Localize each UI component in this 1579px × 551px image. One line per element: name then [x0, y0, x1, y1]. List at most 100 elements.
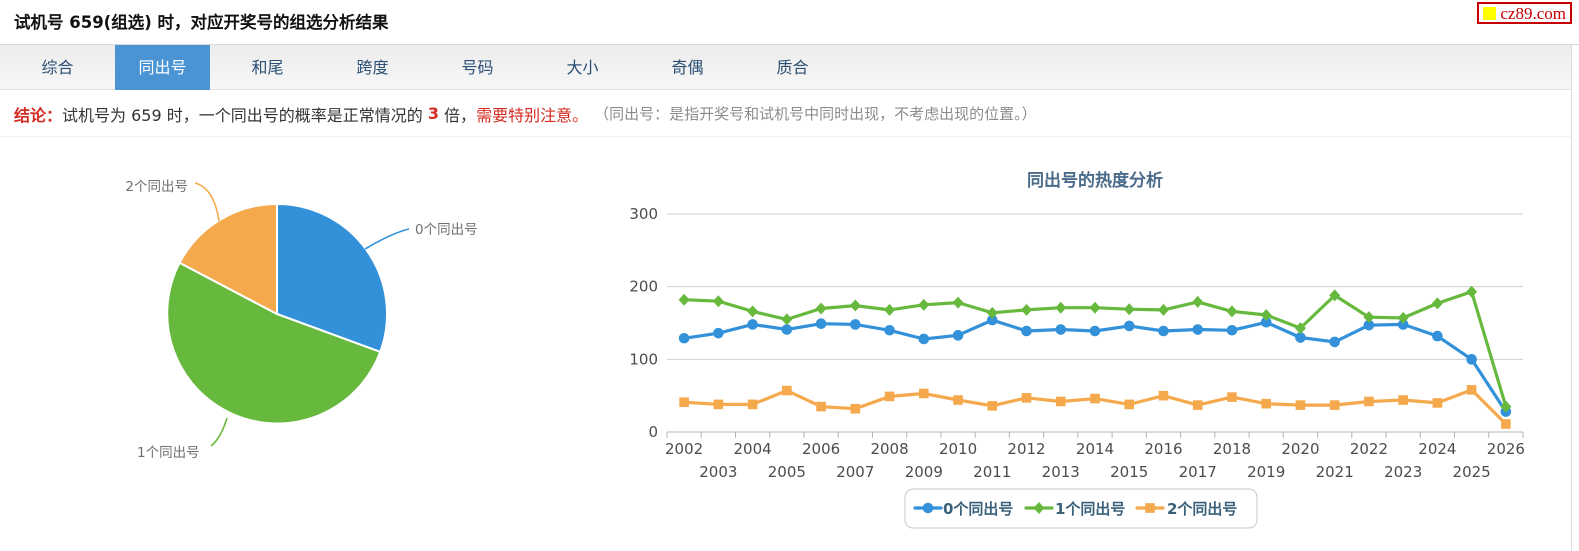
data-point-0个同出号-2010[interactable] — [952, 330, 964, 341]
data-point-0个同出号-2021[interactable] — [1329, 336, 1340, 348]
site-logo[interactable]: cz89.com — [1477, 2, 1572, 24]
data-point-0个同出号-2024[interactable] — [1432, 330, 1443, 342]
data-point-1个同出号-2006[interactable] — [815, 302, 827, 315]
data-point-2个同出号-2011[interactable] — [987, 401, 998, 411]
x-axis-label-2020: 2020 — [1281, 440, 1319, 458]
data-point-2个同出号-2005[interactable] — [782, 385, 792, 396]
data-point-2个同出号-2014[interactable] — [1090, 393, 1100, 404]
x-axis-label-2016: 2016 — [1144, 440, 1182, 458]
data-point-0个同出号-2013[interactable] — [1055, 324, 1067, 335]
data-point-0个同出号-2007[interactable] — [850, 319, 861, 330]
conclusion-multiplier: 3 — [427, 104, 439, 123]
data-point-1个同出号-2018[interactable] — [1226, 305, 1238, 318]
data-point-2个同出号-2007[interactable] — [850, 403, 861, 414]
conclusion-prefix: 结论： — [14, 105, 63, 125]
data-point-1个同出号-2008[interactable] — [884, 303, 896, 316]
data-point-2个同出号-2003[interactable] — [713, 399, 724, 410]
data-point-1个同出号-2004[interactable] — [747, 305, 759, 318]
data-point-1个同出号-2017[interactable] — [1192, 295, 1204, 308]
data-point-0个同出号-2009[interactable] — [918, 333, 930, 345]
data-point-1个同出号-2025[interactable] — [1466, 285, 1478, 298]
x-axis-label-2006: 2006 — [802, 440, 840, 458]
data-point-2个同出号-2020[interactable] — [1295, 400, 1306, 410]
tab-haoma[interactable]: 号码 — [430, 45, 525, 90]
x-axis-label-2010: 2010 — [939, 440, 977, 458]
legend-circle-icon — [922, 502, 934, 514]
x-axis-label-2025: 2025 — [1453, 463, 1491, 481]
data-point-2个同出号-2024[interactable] — [1432, 398, 1443, 408]
logo-square-icon — [1483, 6, 1497, 20]
data-point-0个同出号-2025[interactable] — [1466, 354, 1477, 365]
data-point-1个同出号-2007[interactable] — [849, 299, 861, 312]
legend-label: 0个同出号 — [943, 500, 1013, 518]
conclusion-note: （同出号：是指开奖号和试机号中同时出现，不考虑出现的位置。） — [594, 105, 1037, 123]
data-point-2个同出号-2025[interactable] — [1466, 385, 1477, 395]
conclusion-row: 结论： 试机号为 659 时，一个同出号的概率是正常情况的 3 倍， 需要特别注意。… — [0, 91, 1572, 137]
x-axis-label-2002: 2002 — [665, 440, 703, 458]
x-axis-label-2003: 2003 — [699, 463, 737, 481]
data-point-2个同出号-2006[interactable] — [816, 401, 826, 412]
data-point-2个同出号-2026[interactable] — [1501, 419, 1511, 429]
tab-hewei[interactable]: 和尾 — [220, 45, 315, 90]
pie-chart: 0个同出号 1个同出号 2个同出号 — [125, 179, 478, 461]
y-axis-label-200: 200 — [629, 278, 658, 296]
data-point-1个同出号-2010[interactable] — [952, 296, 964, 309]
data-point-2个同出号-2012[interactable] — [1021, 393, 1032, 403]
tab-zonghe[interactable]: 综合 — [10, 45, 105, 90]
data-point-0个同出号-2016[interactable] — [1158, 325, 1169, 337]
data-point-1个同出号-2013[interactable] — [1055, 301, 1067, 314]
data-point-0个同出号-2015[interactable] — [1123, 320, 1135, 332]
data-point-0个同出号-2003[interactable] — [713, 327, 724, 339]
data-point-2个同出号-2008[interactable] — [884, 391, 895, 402]
data-point-2个同出号-2010[interactable] — [953, 395, 963, 405]
data-point-2个同出号-2019[interactable] — [1261, 398, 1271, 409]
line-chart-title: 同出号的热度分析 — [1027, 170, 1163, 191]
data-point-2个同出号-2018[interactable] — [1227, 392, 1237, 402]
data-point-2个同出号-2013[interactable] — [1055, 396, 1066, 407]
data-point-0个同出号-2017[interactable] — [1192, 324, 1204, 335]
tab-tongchuhao[interactable]: 同出号 — [115, 45, 210, 90]
data-point-2个同出号-2002[interactable] — [679, 397, 689, 408]
data-point-2个同出号-2015[interactable] — [1124, 399, 1135, 410]
pie-callout-line — [364, 228, 410, 250]
data-point-1个同出号-2003[interactable] — [712, 295, 724, 308]
pie-label-0个同出号: 0个同出号 — [415, 222, 478, 238]
data-point-1个同出号-2016[interactable] — [1157, 303, 1169, 316]
tab-zhihe[interactable]: 质合 — [745, 45, 840, 90]
tab-daxiao[interactable]: 大小 — [535, 45, 630, 90]
data-point-0个同出号-2018[interactable] — [1226, 324, 1238, 336]
data-point-0个同出号-2005[interactable] — [781, 324, 793, 335]
data-point-2个同出号-2021[interactable] — [1329, 400, 1340, 410]
data-point-1个同出号-2012[interactable] — [1021, 303, 1033, 316]
conclusion-warning: 需要特别注意。 — [476, 105, 589, 125]
data-point-0个同出号-2008[interactable] — [884, 324, 895, 336]
data-point-2个同出号-2004[interactable] — [747, 399, 758, 410]
data-point-2个同出号-2017[interactable] — [1192, 400, 1203, 410]
data-point-1个同出号-2005[interactable] — [781, 313, 793, 326]
x-axis-label-2015: 2015 — [1110, 463, 1148, 481]
data-point-1个同出号-2024[interactable] — [1431, 297, 1443, 310]
x-axis-label-2026: 2026 — [1487, 440, 1525, 458]
data-point-2个同出号-2009[interactable] — [919, 388, 929, 399]
x-axis-label-2018: 2018 — [1213, 440, 1251, 458]
tab-jiou[interactable]: 奇偶 — [640, 45, 735, 90]
data-point-0个同出号-2006[interactable] — [815, 318, 827, 330]
x-axis-label-2022: 2022 — [1350, 440, 1388, 458]
data-point-0个同出号-2002[interactable] — [678, 332, 690, 344]
pie-label-1个同出号: 1个同出号 — [137, 445, 200, 461]
content-right-border — [1571, 44, 1572, 551]
data-point-1个同出号-2014[interactable] — [1089, 301, 1101, 314]
x-axis-label-2013: 2013 — [1042, 463, 1080, 481]
data-point-0个同出号-2004[interactable] — [747, 319, 758, 330]
data-point-1个同出号-2009[interactable] — [918, 298, 930, 311]
data-point-1个同出号-2015[interactable] — [1123, 303, 1135, 316]
data-point-0个同出号-2012[interactable] — [1021, 325, 1032, 337]
data-point-0个同出号-2014[interactable] — [1089, 325, 1101, 337]
x-axis-label-2005: 2005 — [768, 463, 806, 481]
tab-kuadu[interactable]: 跨度 — [325, 45, 420, 90]
data-point-2个同出号-2016[interactable] — [1158, 390, 1169, 401]
data-point-2个同出号-2022[interactable] — [1364, 396, 1374, 407]
y-axis-label-300: 300 — [629, 205, 658, 223]
data-point-2个同出号-2023[interactable] — [1398, 395, 1408, 405]
data-point-1个同出号-2002[interactable] — [678, 293, 690, 306]
